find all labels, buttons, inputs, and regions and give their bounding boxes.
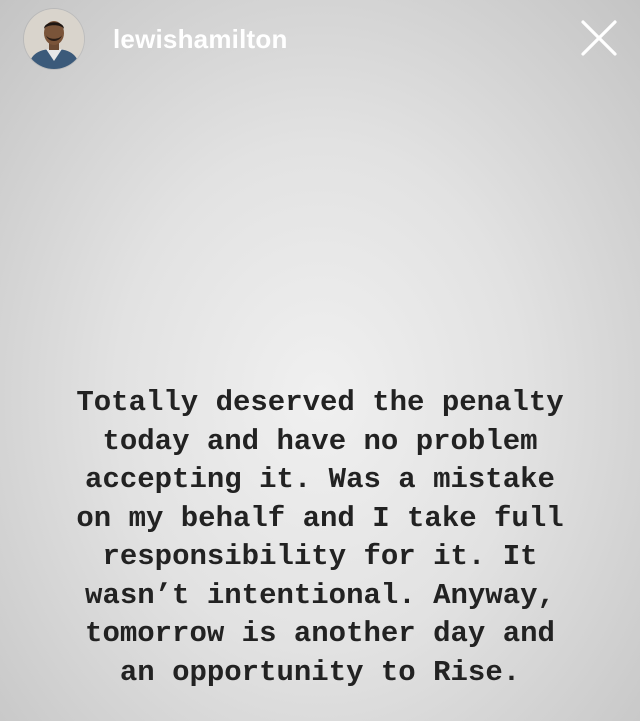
caption-line: tomorrow is another day and — [85, 617, 555, 650]
caption-line: on my behalf and I take full — [76, 501, 564, 535]
close-button[interactable] — [578, 17, 620, 59]
profile-avatar-icon — [24, 9, 84, 69]
avatar[interactable] — [24, 9, 84, 69]
caption-line: Totally deserved the penalty — [76, 386, 564, 419]
caption-line: an opportunity to Rise. — [119, 655, 521, 689]
story-caption: Totally deserved the penalty today and h… — [0, 384, 640, 692]
caption-line: wasn’t intentional. Anyway, — [85, 578, 555, 612]
close-icon — [581, 20, 617, 56]
caption-line: accepting it. Was a mistake — [85, 463, 555, 496]
caption-line: responsibility for it. It — [102, 540, 538, 573]
username[interactable]: lewishamilton — [113, 22, 288, 56]
story-header: lewishamilton — [0, 0, 640, 80]
caption-line: today and have no problem — [102, 424, 538, 458]
